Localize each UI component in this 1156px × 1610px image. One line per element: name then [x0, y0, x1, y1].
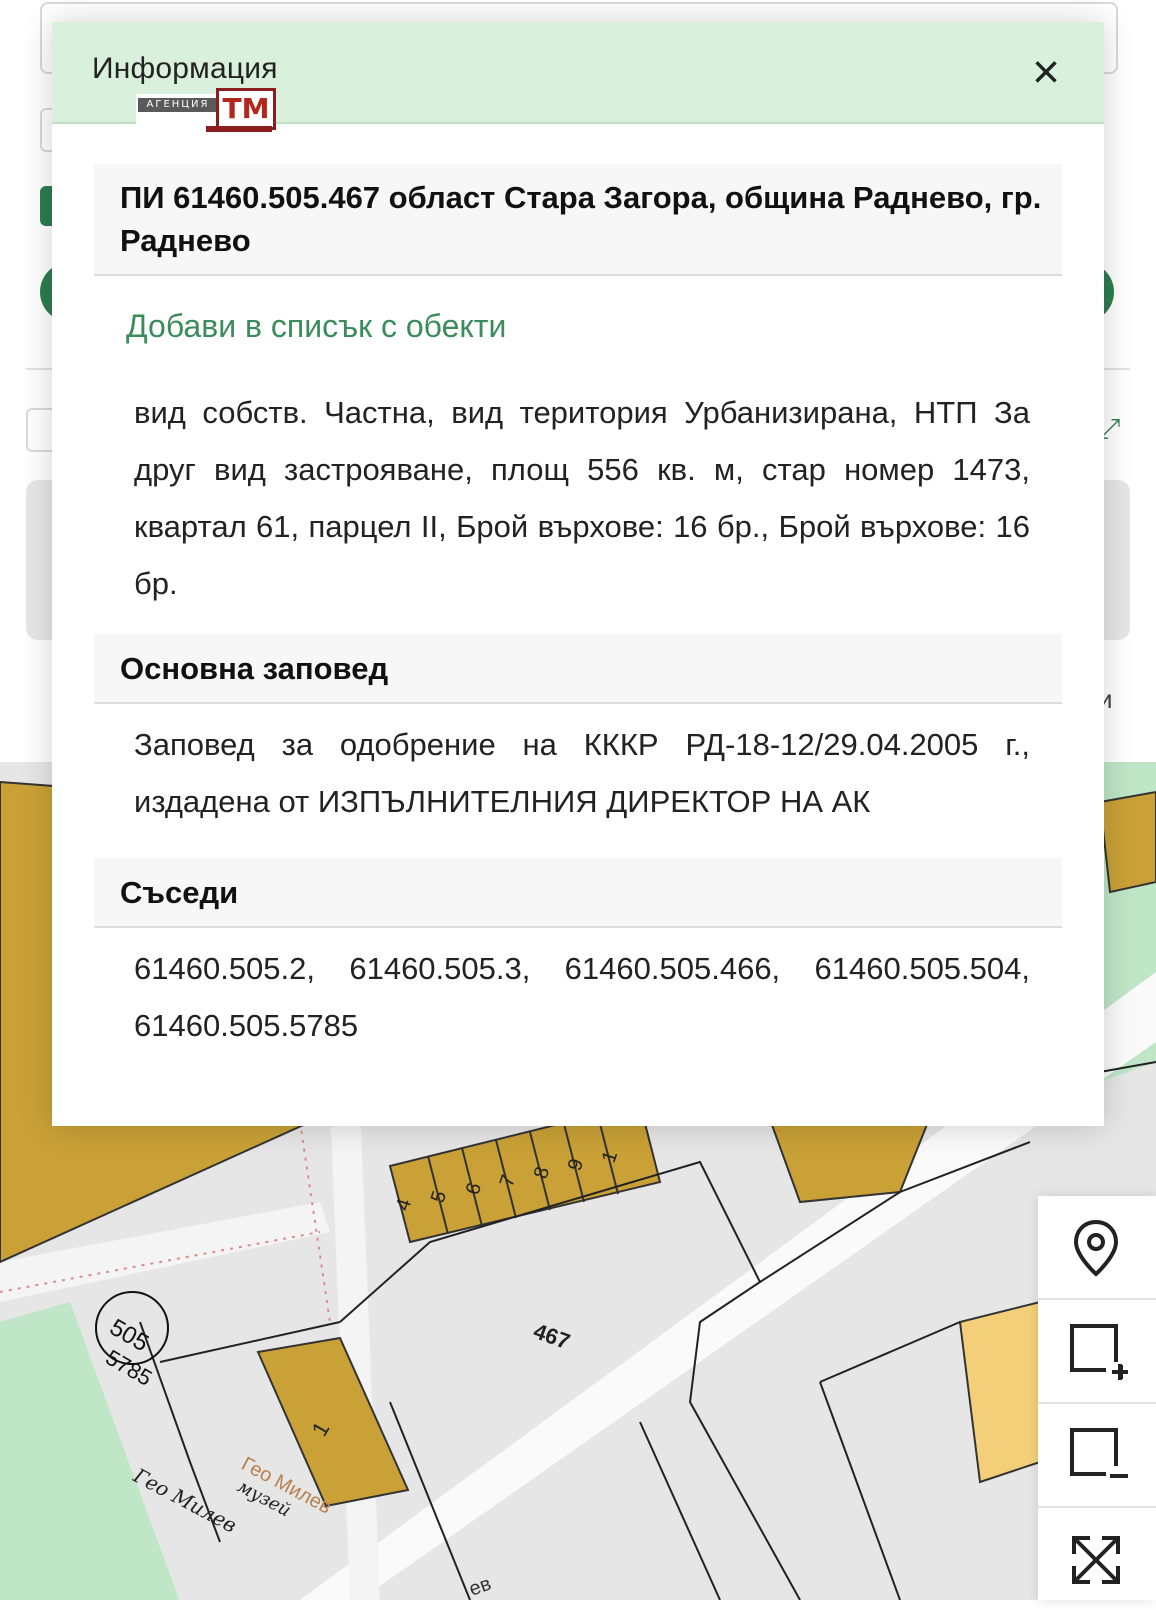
- building-block: [1098, 790, 1156, 894]
- remove-area-button[interactable]: [1038, 1404, 1156, 1508]
- order-heading: Основна заповед: [94, 634, 1062, 704]
- modal-header: Информация АГЕНЦИЯ ТМ ×: [52, 22, 1104, 132]
- location-pin-icon: [1073, 1219, 1119, 1277]
- logo-box-text: ТМ: [216, 88, 276, 130]
- order-text: Заповед за одобрение на КККР РД-18-12/29…: [134, 727, 1030, 819]
- close-button[interactable]: ×: [1018, 48, 1074, 98]
- fullscreen-icon: [1072, 1536, 1120, 1584]
- info-modal: Информация АГЕНЦИЯ ТМ × ПИ 61460.505.467…: [52, 22, 1104, 1126]
- property-heading: ПИ 61460.505.467 област Стара Загора, об…: [94, 164, 1062, 276]
- location-button[interactable]: [1038, 1196, 1156, 1300]
- add-to-list-link[interactable]: Добави в списък с обекти: [126, 308, 506, 345]
- add-area-button[interactable]: [1038, 1300, 1156, 1404]
- agency-logo: АГЕНЦИЯ ТМ: [136, 86, 276, 132]
- modal-title: Информация: [92, 52, 278, 85]
- property-description: вид собств. Частна, вид територия Урбани…: [134, 395, 1030, 601]
- fullscreen-button[interactable]: [1038, 1508, 1156, 1610]
- add-area-icon: [1070, 1324, 1128, 1380]
- neighbors-heading: Съседи: [94, 858, 1062, 928]
- remove-area-icon: [1070, 1428, 1128, 1480]
- neighbors-text: 61460.505.2, 61460.505.3, 61460.505.466,…: [134, 951, 1030, 1043]
- map-toolbar: [1038, 1196, 1156, 1600]
- close-icon: ×: [1031, 46, 1061, 99]
- logo-band-text: АГЕНЦИЯ: [138, 98, 218, 112]
